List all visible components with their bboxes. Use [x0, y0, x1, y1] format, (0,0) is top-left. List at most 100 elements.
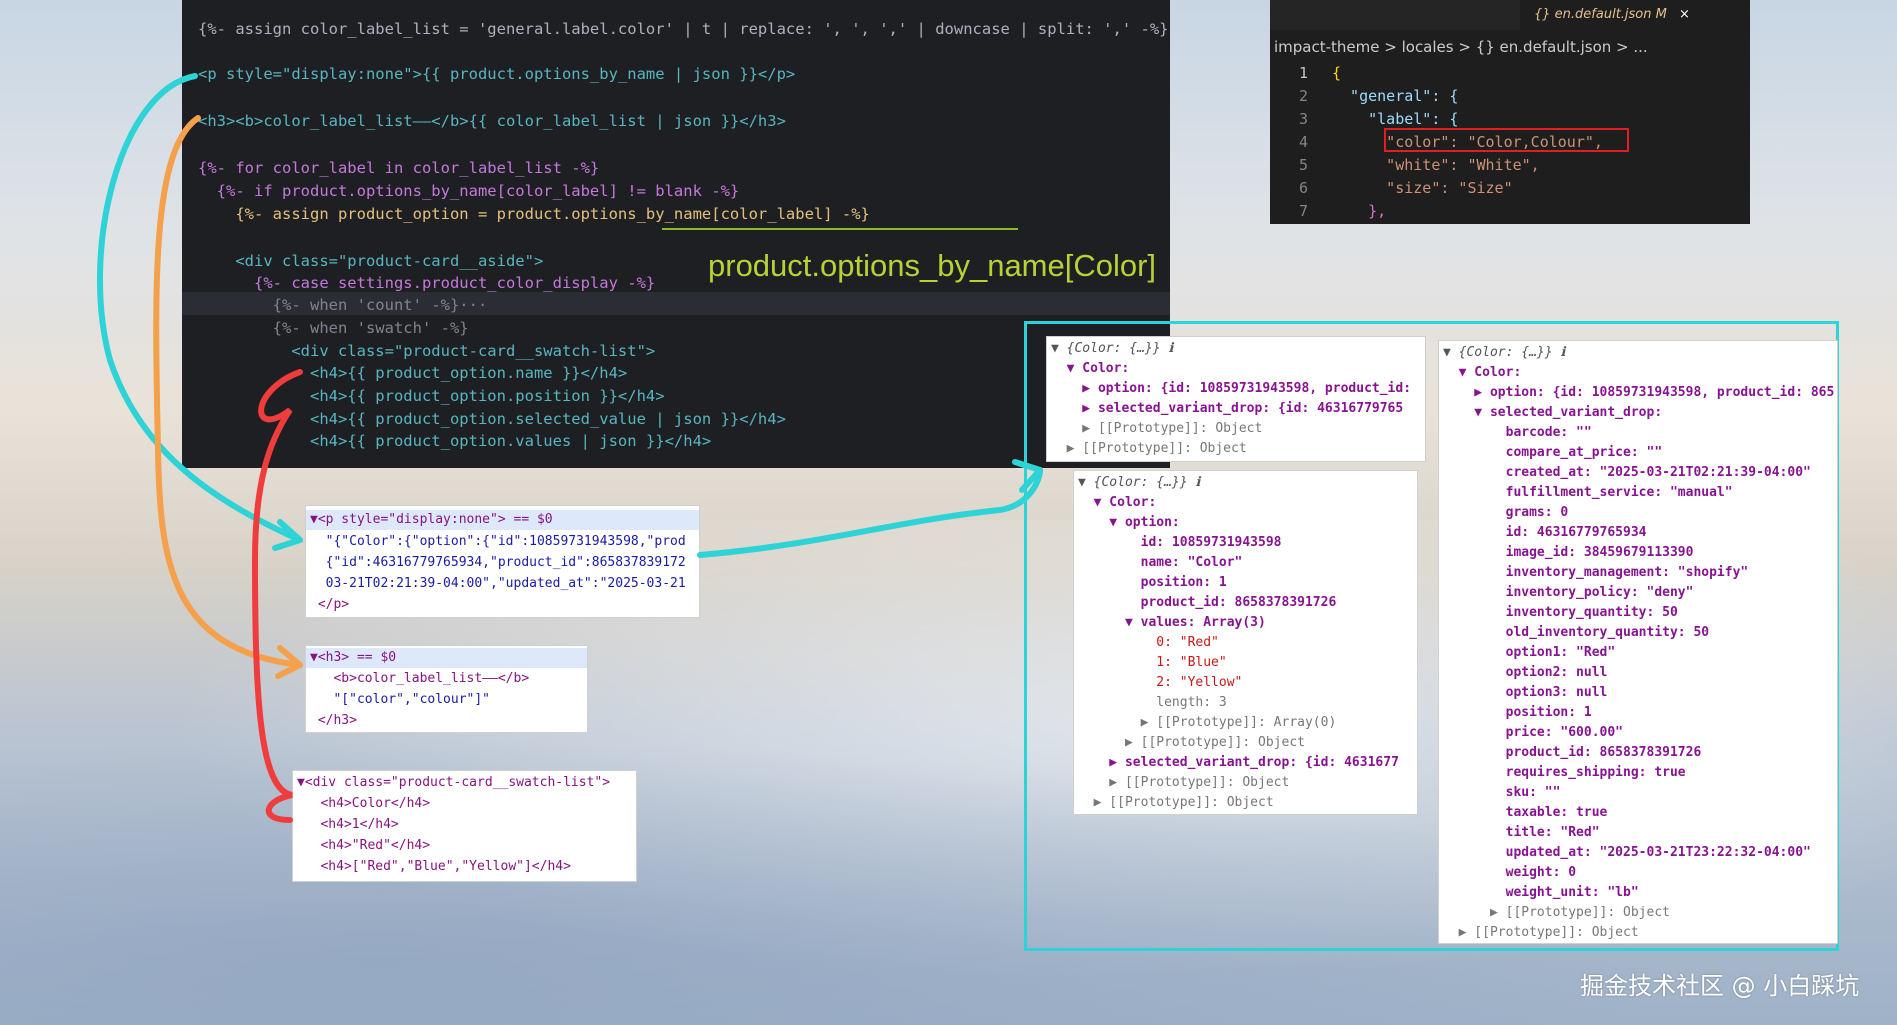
dom-line: <h4>["Red","Blue","Yellow"]</h4>	[297, 859, 571, 874]
tab-label: {} en.default.json M	[1534, 7, 1667, 22]
dom-line: "["color","colour"]"	[310, 692, 491, 707]
console-line: price: "600.00"	[1443, 725, 1624, 740]
console-line: option1: "Red"	[1443, 645, 1616, 660]
console-line[interactable]: ▶ option: {id: 10859731943598, product_i…	[1443, 385, 1834, 400]
line-number: 4	[1298, 133, 1308, 151]
highlight-box	[1384, 128, 1629, 152]
dom-line[interactable]: ▼<h3> == $0	[310, 650, 396, 665]
console-line: updated_at: "2025-03-21T23:22:32-04:00"	[1443, 845, 1811, 860]
console-line: weight: 0	[1443, 865, 1577, 880]
console-line: title: "Red"	[1443, 825, 1600, 840]
console-line: id: 10859731943598	[1078, 535, 1282, 550]
console-line[interactable]: ▼ selected_variant_drop:	[1443, 405, 1662, 420]
console-line[interactable]: ▶ [[Prototype]]: Object	[1443, 905, 1670, 920]
code-line-4[interactable]: {%- for color_label in color_label_list …	[198, 159, 599, 177]
console-line[interactable]: ▼ Color:	[1051, 361, 1130, 376]
console-line[interactable]: ▼ values: Array(3)	[1078, 615, 1266, 630]
code-line-8[interactable]: {%- case settings.product_color_display …	[198, 274, 655, 292]
code-line-12[interactable]: <h4>{{ product_option.name }}</h4>	[198, 364, 627, 382]
console-line[interactable]: ▶ option: {id: 10859731943598, product_i…	[1051, 381, 1411, 396]
console-line: position: 1	[1443, 705, 1592, 720]
code-line-5[interactable]: {%- if product.options_by_name[color_lab…	[198, 182, 740, 200]
console-line: inventory_management: "shopify"	[1443, 565, 1749, 580]
dom-line[interactable]: ▼<div class="product-card__swatch-list">	[297, 775, 610, 790]
console-line[interactable]: ▶ [[Prototype]]: Object	[1078, 795, 1274, 810]
console-line: taxable: true	[1443, 805, 1608, 820]
console-line: 2: "Yellow"	[1078, 675, 1243, 690]
console-line: option3: null	[1443, 685, 1608, 700]
console-line: inventory_quantity: 50	[1443, 605, 1678, 620]
console-line: fulfillment_service: "manual"	[1443, 485, 1733, 500]
breadcrumb[interactable]: impact-theme > locales > {} en.default.j…	[1274, 38, 1648, 56]
code-line-6[interactable]: {%- assign product_option = product.opti…	[198, 205, 870, 223]
console-line[interactable]: ▶ [[Prototype]]: Object	[1051, 421, 1262, 436]
code-line-7[interactable]: <div class="product-card__aside">	[198, 252, 543, 270]
dom-inspector-p[interactable]: ▼<p style="display:none"> == $0 "{"Color…	[305, 505, 700, 618]
tab-en-default-json[interactable]: {} en.default.json M ×	[1520, 0, 1750, 30]
dom-inspector-swatch-list[interactable]: ▼<div class="product-card__swatch-list">…	[292, 770, 637, 882]
console-line[interactable]: ▶ [[Prototype]]: Object	[1078, 775, 1289, 790]
dom-line: <b>color_label_list——</b>	[310, 671, 530, 686]
console-line[interactable]: ▶ [[Prototype]]: Object	[1443, 925, 1639, 940]
console-line: option2: null	[1443, 665, 1608, 680]
console-line[interactable]: ▼ {Color: {…}} ℹ	[1051, 341, 1173, 356]
console-object-collapsed[interactable]: ▼ {Color: {…}} ℹ ▼ Color: ▶ option: {id:…	[1046, 336, 1426, 462]
console-object-variant[interactable]: ▼ {Color: {…}} ℹ ▼ Color: ▶ option: {id:…	[1438, 340, 1838, 944]
console-line: old_inventory_quantity: 50	[1443, 625, 1710, 640]
dom-line: {"id":46316779765934,"product_id":865837…	[310, 555, 686, 570]
console-line: requires_shipping: true	[1443, 765, 1686, 780]
dom-line: "{"Color":{"option":{"id":10859731943598…	[310, 534, 686, 549]
dom-line: </h3>	[310, 713, 357, 728]
console-line[interactable]: ▶ [[Prototype]]: Object	[1078, 735, 1305, 750]
console-line[interactable]: ▶ [[Prototype]]: Array(0)	[1078, 715, 1337, 730]
console-line[interactable]: ▼ Color:	[1078, 495, 1157, 510]
console-line[interactable]: ▶ [[Prototype]]: Object	[1051, 441, 1247, 456]
json-line-7[interactable]: },	[1332, 202, 1386, 220]
code-line-2[interactable]: <p style="display:none">{{ product.optio…	[198, 65, 795, 83]
console-line: inventory_policy: "deny"	[1443, 585, 1694, 600]
dom-line: <h4>Color</h4>	[297, 796, 431, 811]
console-line[interactable]: ▼ {Color: {…}} ℹ	[1078, 475, 1200, 490]
dom-line: </p>	[310, 597, 350, 612]
json-locale-editor[interactable]: {} en.default.json M × impact-theme > lo…	[1270, 0, 1750, 224]
editor-tab-bar: {} en.default.json M ×	[1270, 0, 1750, 30]
code-line-15[interactable]: <h4>{{ product_option.values | json }}</…	[198, 432, 711, 450]
code-line-1[interactable]: {%- assign color_label_list = 'general.l…	[198, 20, 1169, 38]
json-line-2[interactable]: "general": {	[1332, 87, 1458, 105]
console-line[interactable]: ▼ {Color: {…}} ℹ	[1443, 345, 1565, 360]
line-number: 1	[1298, 64, 1308, 82]
json-line-1[interactable]: {	[1332, 64, 1341, 82]
console-line: weight_unit: "lb"	[1443, 885, 1639, 900]
console-line: position: 1	[1078, 575, 1227, 590]
close-icon[interactable]: ×	[1679, 7, 1690, 22]
line-number: 7	[1298, 202, 1308, 220]
dom-line[interactable]: ▼<p style="display:none"> == $0	[310, 512, 553, 527]
code-line-11[interactable]: <div class="product-card__swatch-list">	[198, 342, 655, 360]
dom-inspector-h3[interactable]: ▼<h3> == $0 <b>color_label_list——</b> "[…	[305, 645, 588, 733]
console-object-option[interactable]: ▼ {Color: {…}} ℹ ▼ Color: ▼ option: id: …	[1073, 470, 1418, 815]
code-line-9[interactable]: {%- when 'count' -%}···	[198, 296, 488, 314]
liquid-code-editor[interactable]: {%- assign color_label_list = 'general.l…	[182, 0, 1170, 468]
console-line: 0: "Red"	[1078, 635, 1219, 650]
json-line-3[interactable]: "label": {	[1332, 110, 1458, 128]
console-line[interactable]: ▶ selected_variant_drop: {id: 4631677976…	[1051, 401, 1403, 416]
json-line-5[interactable]: "white": "White",	[1332, 156, 1540, 174]
console-line[interactable]: ▼ option:	[1078, 515, 1179, 530]
json-line-6[interactable]: "size": "Size"	[1332, 179, 1512, 197]
console-line: created_at: "2025-03-21T02:21:39-04:00"	[1443, 465, 1811, 480]
code-line-3[interactable]: <h3><b>color_label_list——</b>{{ color_la…	[198, 112, 786, 130]
console-line: grams: 0	[1443, 505, 1569, 520]
code-line-13[interactable]: <h4>{{ product_option.position }}</h4>	[198, 387, 665, 405]
console-line: name: "Color"	[1078, 555, 1243, 570]
console-line: image_id: 38459679113390	[1443, 545, 1694, 560]
console-line[interactable]: ▼ Color:	[1443, 365, 1522, 380]
console-line[interactable]: ▶ selected_variant_drop: {id: 4631677	[1078, 755, 1399, 770]
line-number: 2	[1298, 87, 1308, 105]
code-line-10[interactable]: {%- when 'swatch' -%}	[198, 319, 469, 337]
console-line: id: 46316779765934	[1443, 525, 1647, 540]
console-line: compare_at_price: ""	[1443, 445, 1663, 460]
code-line-14[interactable]: <h4>{{ product_option.selected_value | j…	[198, 410, 786, 428]
console-line: 1: "Blue"	[1078, 655, 1227, 670]
line-number: 5	[1298, 156, 1308, 174]
line-number: 3	[1298, 110, 1308, 128]
